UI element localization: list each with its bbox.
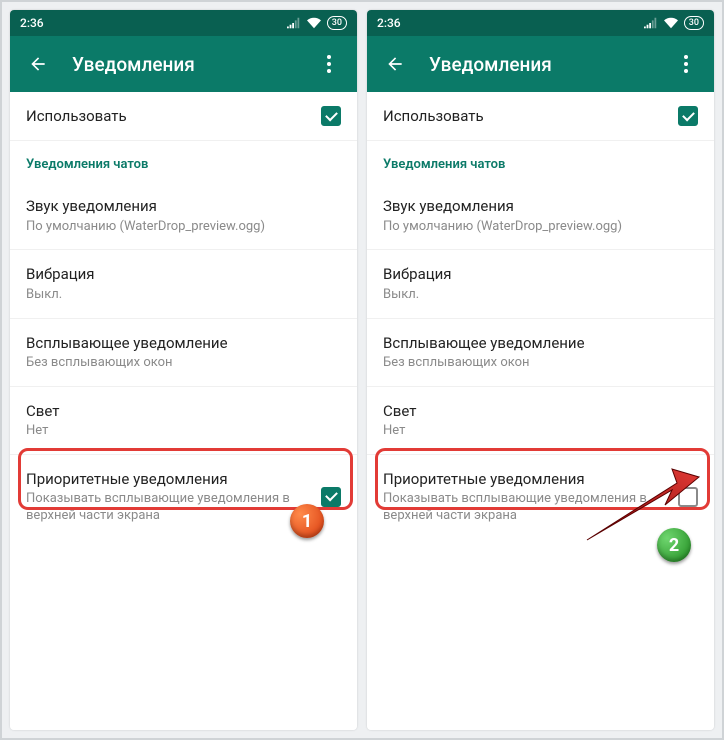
vibration-title: Вибрация <box>26 264 341 284</box>
light-sub: Нет <box>383 423 698 440</box>
signal-icon <box>644 17 658 29</box>
sound-sub: По умолчанию (WaterDrop_preview.ogg) <box>26 219 341 236</box>
status-icons: 30 <box>287 16 347 30</box>
priority-checkbox[interactable] <box>321 487 341 507</box>
more-vert-icon <box>327 55 331 73</box>
light-title: Свет <box>383 401 698 421</box>
use-checkbox[interactable] <box>678 106 698 126</box>
row-priority[interactable]: Приоритетные уведомления Показывать вспл… <box>367 455 714 539</box>
page-title: Уведомления <box>429 53 670 76</box>
priority-checkbox[interactable] <box>678 487 698 507</box>
sound-title: Звук уведомления <box>383 196 698 216</box>
popup-sub: Без всплывающих окон <box>383 355 698 372</box>
priority-title: Приоритетные уведомления <box>26 469 321 489</box>
row-vibration[interactable]: Вибрация Выкл. <box>367 250 714 318</box>
wifi-icon <box>664 17 678 29</box>
app-bar: Уведомления <box>10 36 357 92</box>
priority-sub: Показывать всплывающие уведомления в вер… <box>26 491 321 525</box>
row-sound[interactable]: Звук уведомления По умолчанию (WaterDrop… <box>10 182 357 250</box>
row-sound[interactable]: Звук уведомления По умолчанию (WaterDrop… <box>367 182 714 250</box>
row-popup[interactable]: Всплывающее уведомление Без всплывающих … <box>367 319 714 387</box>
more-vert-icon <box>684 55 688 73</box>
section-chat-header: Уведомления чатов <box>367 141 714 182</box>
vibration-title: Вибрация <box>383 264 698 284</box>
back-button[interactable] <box>22 48 54 80</box>
popup-title: Всплывающее уведомление <box>26 333 341 353</box>
phone-screenshot-2: 2:36 30 Уведомления Использовать Уведомл… <box>367 10 714 730</box>
popup-sub: Без всплывающих окон <box>26 355 341 372</box>
signal-icon <box>287 17 301 29</box>
row-popup[interactable]: Всплывающее уведомление Без всплывающих … <box>10 319 357 387</box>
battery-icon: 30 <box>684 16 704 30</box>
priority-sub: Показывать всплывающие уведомления в вер… <box>383 491 678 525</box>
status-icons: 30 <box>644 16 704 30</box>
use-label: Использовать <box>383 106 678 126</box>
row-vibration[interactable]: Вибрация Выкл. <box>10 250 357 318</box>
phone-screenshot-1: 2:36 30 Уведомления Использовать Уведомл… <box>10 10 357 730</box>
arrow-left-icon <box>385 54 405 74</box>
battery-icon: 30 <box>327 16 347 30</box>
light-sub: Нет <box>26 423 341 440</box>
wifi-icon <box>307 17 321 29</box>
status-bar: 2:36 30 <box>10 10 357 36</box>
overflow-menu-button[interactable] <box>670 48 702 80</box>
sound-sub: По умолчанию (WaterDrop_preview.ogg) <box>383 219 698 236</box>
vibration-sub: Выкл. <box>383 287 698 304</box>
row-light[interactable]: Свет Нет <box>367 387 714 455</box>
status-bar: 2:36 30 <box>367 10 714 36</box>
use-checkbox[interactable] <box>321 106 341 126</box>
row-use-notifications[interactable]: Использовать <box>367 92 714 141</box>
status-time: 2:36 <box>20 16 287 30</box>
row-use-notifications[interactable]: Использовать <box>10 92 357 141</box>
row-priority[interactable]: Приоритетные уведомления Показывать вспл… <box>10 455 357 539</box>
back-button[interactable] <box>379 48 411 80</box>
light-title: Свет <box>26 401 341 421</box>
arrow-left-icon <box>28 54 48 74</box>
priority-title: Приоритетные уведомления <box>383 469 678 489</box>
overflow-menu-button[interactable] <box>313 48 345 80</box>
section-chat-header: Уведомления чатов <box>10 141 357 182</box>
app-bar: Уведомления <box>367 36 714 92</box>
row-light[interactable]: Свет Нет <box>10 387 357 455</box>
popup-title: Всплывающее уведомление <box>383 333 698 353</box>
use-label: Использовать <box>26 106 321 126</box>
vibration-sub: Выкл. <box>26 287 341 304</box>
sound-title: Звук уведомления <box>26 196 341 216</box>
page-title: Уведомления <box>72 53 313 76</box>
status-time: 2:36 <box>377 16 644 30</box>
